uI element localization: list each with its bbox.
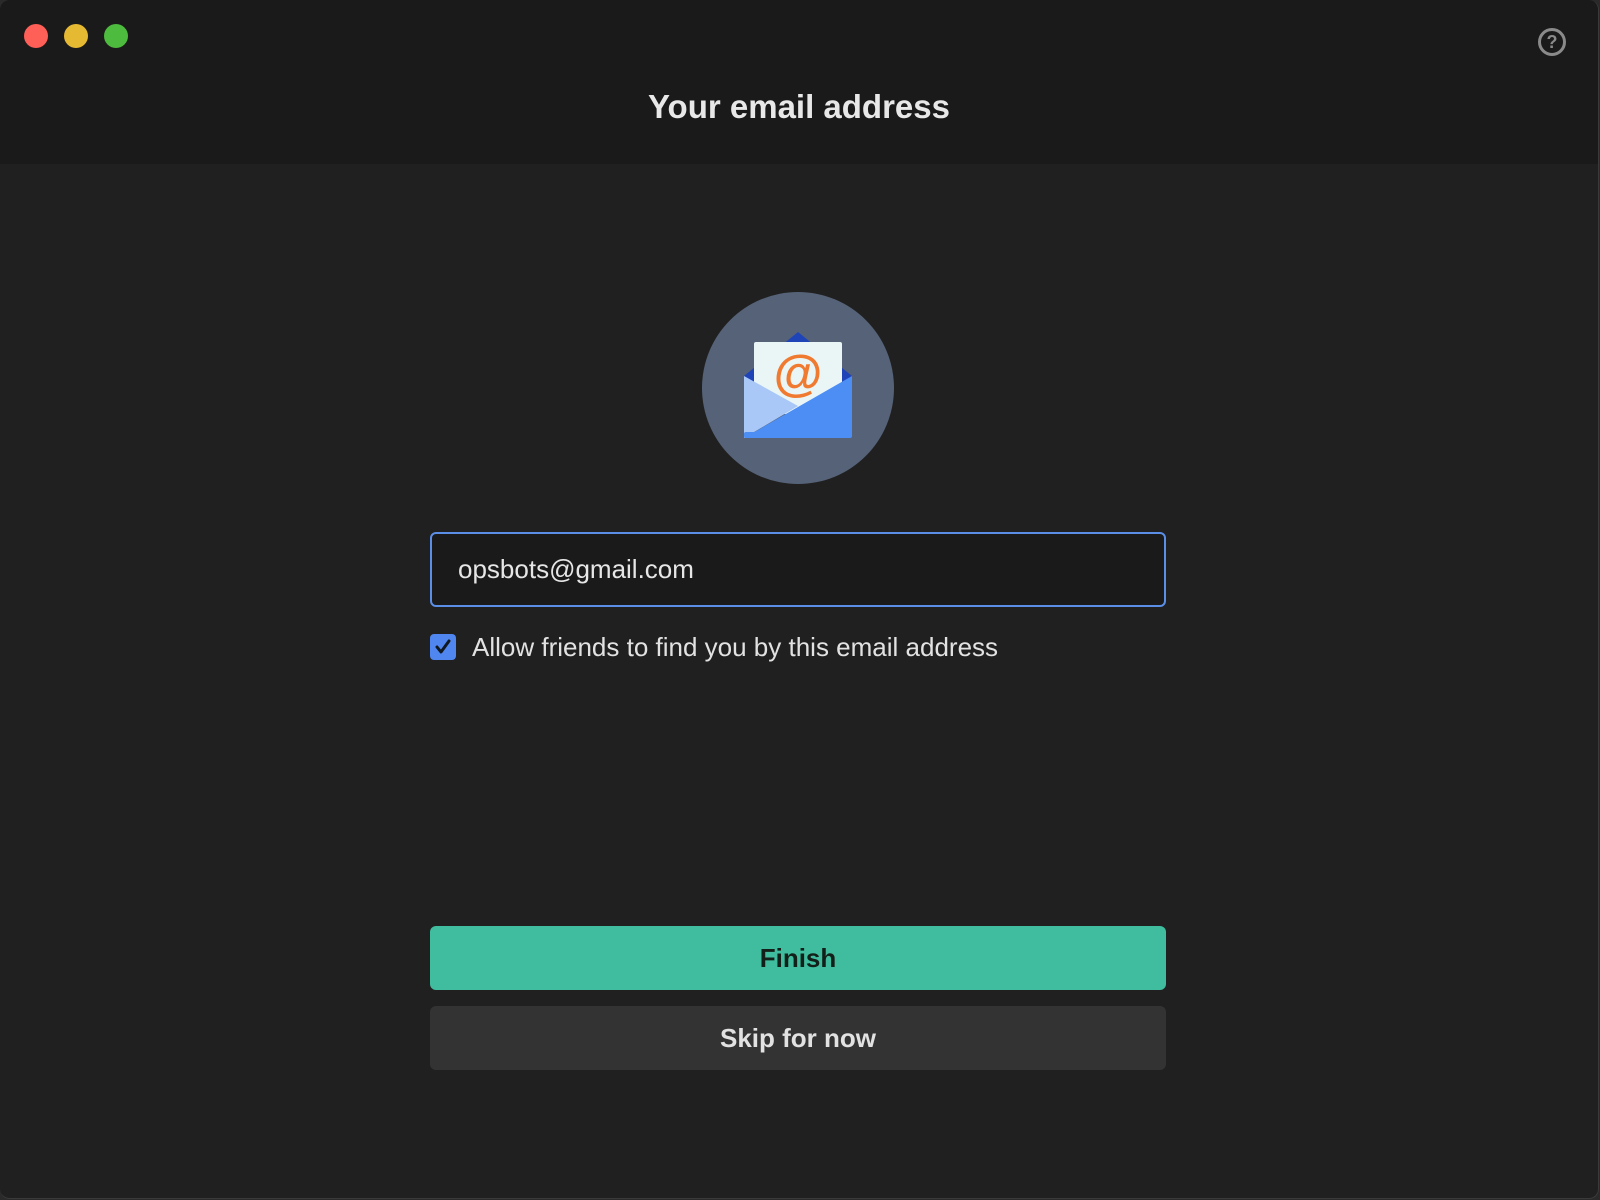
allow-find-option[interactable]: Allow friends to find you by this email … [430,632,998,662]
open-envelope-icon: @ [744,332,852,438]
allow-find-checkbox[interactable] [430,634,456,660]
page-title: Your email address [647,88,950,125]
at-sign-icon: @ [774,345,823,401]
allow-find-label: Allow friends to find you by this email … [472,631,999,662]
maximize-window-button[interactable] [104,24,128,48]
checkmark-icon [435,639,451,654]
title-bar: ? Your email address [0,0,1598,164]
email-input[interactable] [430,532,1166,607]
onboarding-window: ? Your email address @ opsbots@gmail.com… [0,0,1599,1199]
minimize-window-button[interactable] [64,24,88,48]
finish-button[interactable]: Finish [430,926,1166,990]
email-setup-panel: @ Allow friends to find you by this emai… [0,164,1598,1198]
skip-button[interactable]: Skip for now [430,1006,1166,1070]
close-window-button[interactable] [24,24,48,48]
help-icon[interactable]: ? [1538,28,1566,56]
mail-illustration: @ [702,292,894,484]
